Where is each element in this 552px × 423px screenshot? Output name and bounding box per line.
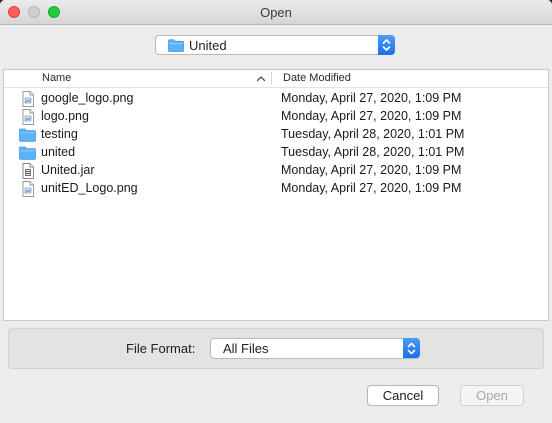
folder-icon — [168, 39, 184, 57]
file-format-label: File Format: — [126, 341, 196, 356]
file-name: logo.png — [41, 109, 89, 123]
file-row[interactable]: logo.png Monday, April 27, 2020, 1:09 PM — [4, 108, 548, 126]
open-dialog: Open United Name Date Modified google_lo… — [0, 0, 552, 423]
file-date: Tuesday, April 28, 2020, 1:01 PM — [281, 127, 465, 141]
file-row[interactable]: united Tuesday, April 28, 2020, 1:01 PM — [4, 144, 548, 162]
location-label: United — [189, 38, 227, 53]
date-modified-column-header[interactable]: Date Modified — [283, 72, 351, 84]
name-column-header[interactable]: Name — [42, 72, 71, 84]
file-date: Monday, April 27, 2020, 1:09 PM — [281, 181, 462, 195]
file-format-value: All Files — [223, 341, 269, 356]
file-format-stepper[interactable] — [403, 338, 420, 358]
file-name: testing — [41, 127, 78, 141]
column-divider[interactable] — [271, 72, 272, 85]
file-date: Monday, April 27, 2020, 1:09 PM — [281, 163, 462, 177]
location-popup[interactable]: United — [155, 35, 395, 55]
file-format-select[interactable]: All Files — [210, 338, 420, 359]
file-name: United.jar — [41, 163, 95, 177]
title-bar[interactable]: Open — [0, 0, 552, 25]
column-header: Name Date Modified — [4, 70, 548, 88]
file-date: Monday, April 27, 2020, 1:09 PM — [281, 91, 462, 105]
file-name: google_logo.png — [41, 91, 134, 105]
image-file-icon — [21, 181, 35, 202]
file-name: unitED_Logo.png — [41, 181, 138, 195]
file-row[interactable]: testing Tuesday, April 28, 2020, 1:01 PM — [4, 126, 548, 144]
window-title: Open — [260, 5, 292, 20]
accessory-panel: File Format: All Files — [8, 328, 544, 369]
chevron-up-icon — [256, 72, 266, 90]
location-stepper[interactable] — [378, 35, 395, 55]
file-name: united — [41, 145, 76, 159]
file-row[interactable]: google_logo.png Monday, April 27, 2020, … — [4, 90, 548, 108]
cancel-button[interactable]: Cancel — [367, 385, 439, 406]
open-button[interactable]: Open — [460, 385, 524, 406]
file-date: Tuesday, April 28, 2020, 1:01 PM — [281, 145, 465, 159]
file-row[interactable]: United.jar Monday, April 27, 2020, 1:09 … — [4, 162, 548, 180]
file-row[interactable]: unitED_Logo.png Monday, April 27, 2020, … — [4, 180, 548, 198]
file-date: Monday, April 27, 2020, 1:09 PM — [281, 109, 462, 123]
file-browser[interactable]: Name Date Modified google_logo.png Monda… — [3, 69, 549, 321]
